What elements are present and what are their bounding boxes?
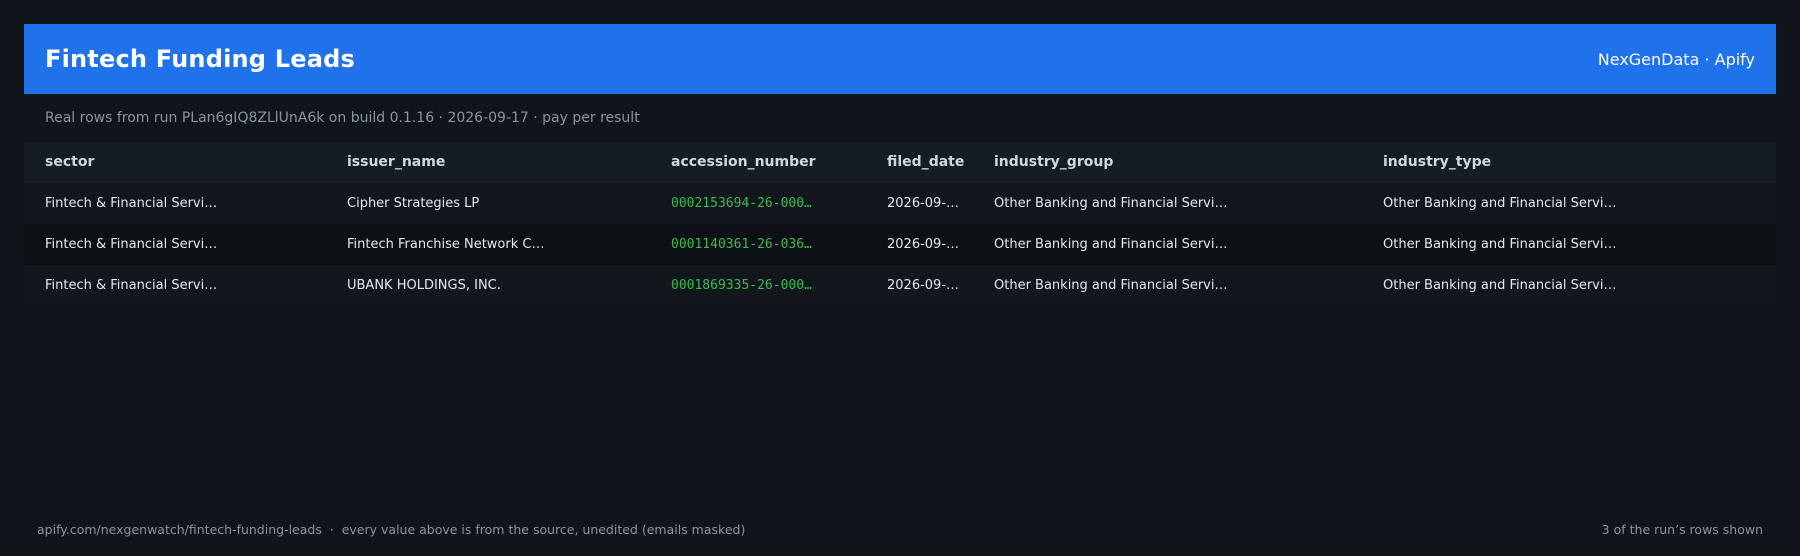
cell-issuer-name: UBANK HOLDINGS, INC.: [347, 278, 501, 293]
cell-issuer-name: Cipher Strategies LP: [347, 196, 480, 211]
column-header-industry-type[interactable]: industry_type: [1383, 142, 1763, 183]
cell-accession-number: 0001140361-26-036…: [671, 237, 812, 252]
cell-sector: Fintech & Financial Servi…: [45, 278, 218, 293]
table-row[interactable]: Fintech & Financial Servi… Fintech Franc…: [24, 224, 1776, 265]
table-row[interactable]: Fintech & Financial Servi… UBANK HOLDING…: [24, 265, 1776, 306]
cell-industry-type: Other Banking and Financial Servi…: [1383, 237, 1617, 252]
cell-industry-type: Other Banking and Financial Servi…: [1383, 196, 1617, 211]
brand-label: NexGenData · Apify: [1597, 49, 1755, 69]
cell-sector: Fintech & Financial Servi…: [45, 196, 218, 211]
cell-sector: Fintech & Financial Servi…: [45, 237, 218, 252]
table-header-row: sector issuer_name accession_number file…: [24, 142, 1776, 183]
cell-industry-group: Other Banking and Financial Servi…: [994, 196, 1228, 211]
results-table: sector issuer_name accession_number file…: [24, 142, 1776, 306]
cell-filed-date: 2026-09-…: [887, 278, 960, 293]
page-header: Fintech Funding Leads NexGenData · Apify: [24, 24, 1776, 94]
table-row[interactable]: Fintech & Financial Servi… Cipher Strate…: [24, 183, 1776, 224]
cell-industry-group: Other Banking and Financial Servi…: [994, 278, 1228, 293]
cell-industry-group: Other Banking and Financial Servi…: [994, 237, 1228, 252]
footer-source-note: apify.com/nexgenwatch/fintech-funding-le…: [37, 522, 746, 537]
column-header-sector[interactable]: sector: [45, 142, 325, 183]
cell-filed-date: 2026-09-…: [887, 237, 960, 252]
cell-accession-number: 0002153694-26-000…: [671, 196, 812, 211]
cell-industry-type: Other Banking and Financial Servi…: [1383, 278, 1617, 293]
column-header-accession-number[interactable]: accession_number: [671, 142, 871, 183]
cell-issuer-name: Fintech Franchise Network C…: [347, 237, 545, 252]
cell-filed-date: 2026-09-…: [887, 196, 960, 211]
column-header-industry-group[interactable]: industry_group: [994, 142, 1354, 183]
column-header-filed-date[interactable]: filed_date: [887, 142, 987, 183]
footer-row-count: 3 of the run’s rows shown: [1601, 522, 1763, 537]
page-title: Fintech Funding Leads: [45, 45, 355, 73]
cell-accession-number: 0001869335-26-000…: [671, 278, 812, 293]
run-meta-line: Real rows from run PLan6gIQ8ZLlUnA6k on …: [45, 110, 640, 126]
column-header-issuer-name[interactable]: issuer_name: [347, 142, 647, 183]
